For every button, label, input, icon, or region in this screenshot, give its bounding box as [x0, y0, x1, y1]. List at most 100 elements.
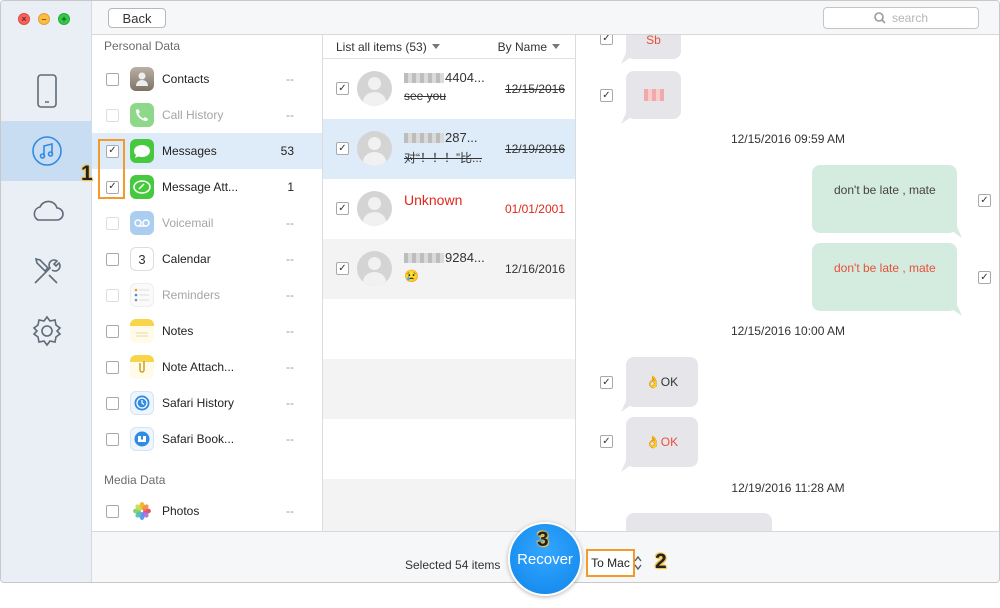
category-calendar[interactable]: 3 Calendar -- — [92, 241, 322, 277]
chevron-down-icon — [431, 44, 440, 49]
incoming-bubble: Sb — [626, 35, 681, 59]
step-number-3: 3 — [537, 528, 549, 551]
checkbox[interactable] — [106, 504, 119, 518]
category-label: Reminders — [162, 288, 221, 302]
checkbox[interactable] — [106, 324, 119, 338]
sort-dropdown[interactable]: By Name — [498, 40, 560, 54]
nav-device[interactable] — [1, 61, 92, 121]
music-icon — [31, 136, 62, 166]
message-attachment-icon — [130, 175, 154, 199]
category-label: Note Attach... — [162, 360, 235, 374]
calendar-icon: 3 — [130, 247, 154, 271]
checkbox[interactable] — [106, 288, 119, 302]
conversation-row[interactable]: ✓ 9284... 😢 12/16/2016 — [323, 239, 575, 299]
blurred-number — [404, 253, 444, 263]
category-reminders[interactable]: Reminders -- — [92, 277, 322, 313]
category-count: -- — [286, 324, 294, 338]
category-count: -- — [286, 504, 294, 518]
category-messages[interactable]: ✓ Messages 53 — [92, 133, 322, 169]
category-safari-bookmarks[interactable]: Safari Book... -- — [92, 421, 322, 457]
minimize-icon[interactable]: – — [38, 13, 50, 25]
back-button[interactable]: Back — [108, 8, 166, 28]
checkbox[interactable] — [106, 108, 119, 122]
category-count: -- — [286, 108, 294, 122]
conversation-row[interactable]: ✓ 287... 对“！！！”比... 12/19/2016 — [323, 119, 575, 179]
message-text: don't be late , mate — [834, 261, 936, 275]
list-filter-label: List all items (53) — [336, 40, 427, 54]
selected-count: Selected 54 items — [405, 558, 501, 572]
message-checkbox[interactable]: ✓ — [978, 194, 991, 207]
category-note-attachments[interactable]: Note Attach... -- — [92, 349, 322, 385]
message-checkbox[interactable]: ✓ — [600, 435, 613, 448]
conversation-name: 287... — [404, 130, 478, 145]
search-icon — [874, 12, 886, 24]
category-count: -- — [286, 396, 294, 410]
updown-arrows-icon[interactable] — [633, 555, 643, 571]
category-call-history[interactable]: Call History -- — [92, 97, 322, 133]
category-label: Message Att... — [162, 180, 239, 194]
category-count: 53 — [280, 144, 294, 158]
category-voicemail[interactable]: Voicemail -- — [92, 205, 322, 241]
conversation-date: 12/16/2016 — [504, 262, 565, 276]
empty-row — [323, 299, 575, 359]
checkbox[interactable] — [106, 432, 119, 446]
conversation-row[interactable]: ✓ Unknown 01/01/2001 — [323, 179, 575, 239]
nav-icloud[interactable] — [1, 181, 92, 241]
timestamp: 12/19/2016 11:28 AM — [731, 481, 845, 495]
message-checkbox[interactable]: ✓ — [978, 271, 991, 284]
empty-row — [323, 359, 575, 419]
message-checkbox[interactable]: ✓ — [600, 89, 613, 102]
checkbox[interactable] — [106, 360, 119, 374]
top-bar: Back search — [92, 1, 999, 35]
category-contacts[interactable]: Contacts -- — [92, 61, 322, 97]
list-filter-dropdown[interactable]: List all items (53) — [336, 40, 440, 54]
category-label: Calendar — [162, 252, 211, 266]
avatar — [357, 131, 392, 166]
category-label: Call History — [162, 108, 224, 122]
incoming-bubble — [626, 513, 772, 531]
category-list: Personal Data Contacts -- Call History -… — [92, 35, 323, 531]
checkbox-checked[interactable]: ✓ — [336, 142, 349, 155]
conversation-date: 12/15/2016 — [504, 82, 565, 96]
left-nav: × – + — [1, 1, 92, 582]
list-header: List all items (53) By Name — [323, 35, 575, 59]
category-photos[interactable]: Photos -- — [92, 493, 322, 529]
category-count: 1 — [287, 180, 294, 194]
zoom-icon[interactable]: + — [58, 13, 70, 25]
message-checkbox[interactable]: ✓ — [600, 35, 613, 45]
category-safari-history[interactable]: Safari History -- — [92, 385, 322, 421]
conversation-row[interactable]: ✓ 4404... see you 12/15/2016 — [323, 59, 575, 119]
checkbox-checked[interactable]: ✓ — [336, 262, 349, 275]
blurred-number — [404, 73, 444, 83]
step-number-2: 2 — [655, 550, 667, 573]
conversation-date: 01/01/2001 — [504, 202, 565, 216]
search-input[interactable]: search — [823, 7, 979, 29]
destination-select[interactable]: To Mac — [588, 551, 633, 575]
close-icon[interactable]: × — [18, 13, 30, 25]
category-message-attachments[interactable]: ✓ Message Att... 1 — [92, 169, 322, 205]
nav-music[interactable] — [1, 121, 92, 181]
category-notes[interactable]: Notes -- — [92, 313, 322, 349]
checkbox[interactable] — [106, 216, 119, 230]
recover-label: Recover — [517, 550, 573, 568]
nav-settings[interactable] — [1, 301, 92, 361]
tools-icon — [33, 257, 61, 284]
checkbox[interactable] — [106, 252, 119, 266]
photos-icon — [130, 499, 154, 523]
checkbox-checked[interactable]: ✓ — [336, 202, 349, 215]
safari-history-icon — [130, 391, 154, 415]
note-attachment-icon — [130, 355, 154, 379]
nav-tools[interactable] — [1, 241, 92, 301]
category-count: -- — [286, 432, 294, 446]
blurred-number — [404, 133, 444, 143]
checkbox[interactable] — [106, 72, 119, 86]
category-label: Safari History — [162, 396, 235, 410]
notes-icon — [130, 319, 154, 343]
checkbox-checked[interactable]: ✓ — [336, 82, 349, 95]
conversation-name: Unknown — [404, 192, 463, 208]
checkbox[interactable] — [106, 396, 119, 410]
section-title-media: Media Data — [104, 473, 166, 487]
message-checkbox[interactable]: ✓ — [600, 376, 613, 389]
cloud-icon — [33, 200, 64, 221]
conversation-name-text: 4404... — [445, 70, 485, 85]
